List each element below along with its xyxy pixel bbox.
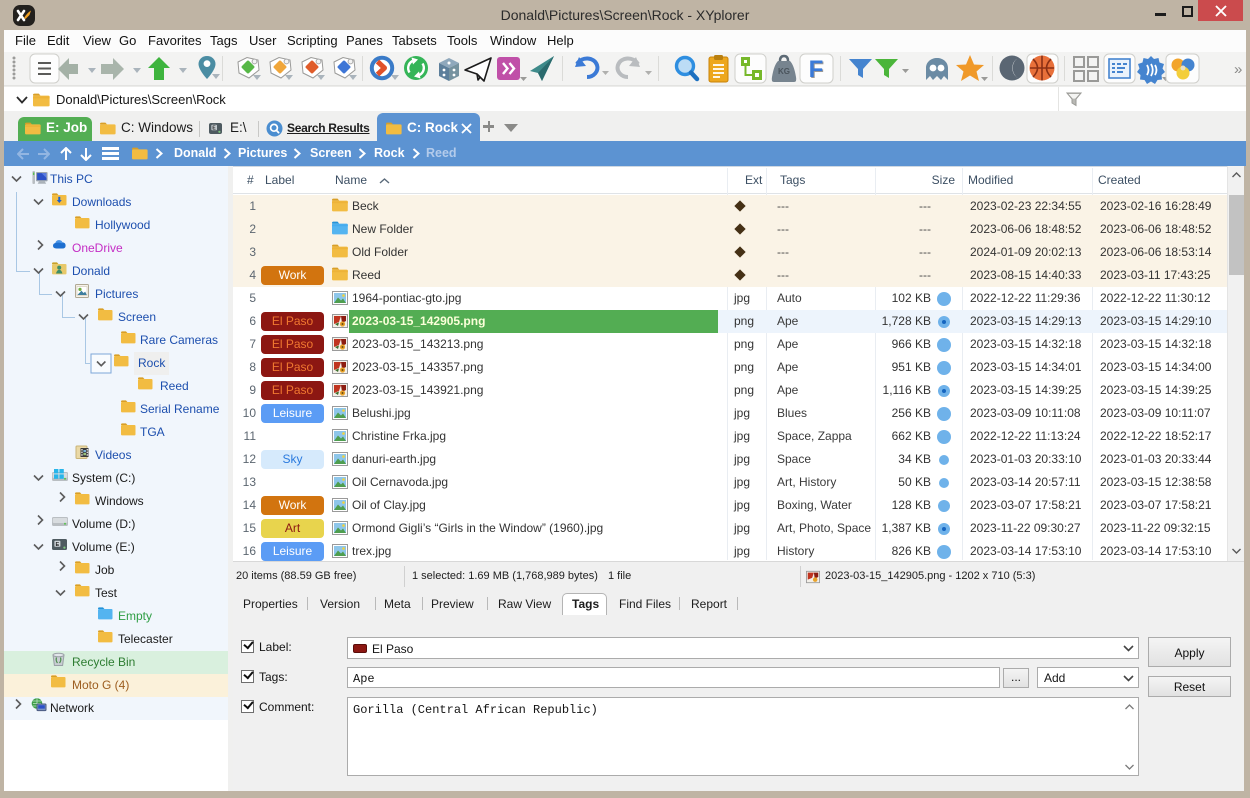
svg-text:KG: KG xyxy=(778,67,790,76)
svg-text:E: E xyxy=(212,125,216,131)
svg-text:»: » xyxy=(1234,61,1242,78)
svg-text:F: F xyxy=(809,56,824,83)
